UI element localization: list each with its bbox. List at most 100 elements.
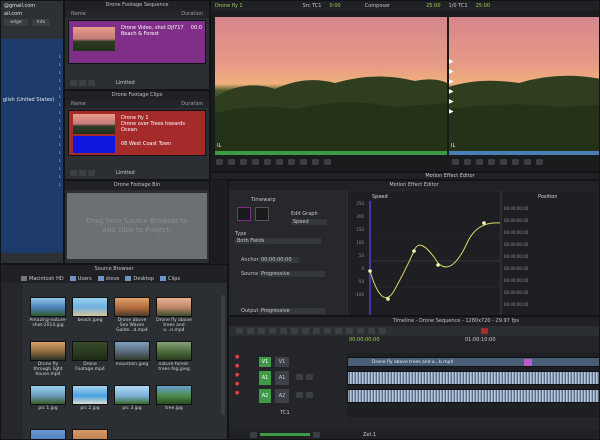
extract-icon[interactable] <box>524 159 531 165</box>
speed-graph[interactable]: Speed 250 200 150 100 50 0 -50 -100 <box>347 191 500 315</box>
mark-out-icon[interactable] <box>228 159 235 165</box>
toolbar-icon[interactable] <box>236 328 243 334</box>
browser-scrollbar[interactable] <box>221 295 225 415</box>
browser-item[interactable]: pic 2.jpg <box>71 385 109 411</box>
mute-icon[interactable] <box>306 374 313 380</box>
edge-tab[interactable]: edge <box>4 19 28 26</box>
sequence-clip[interactable]: Drone Video, shot DJI717 Beach & Forest … <box>68 20 206 64</box>
extract-icon[interactable] <box>312 159 319 165</box>
zoom-slider[interactable] <box>260 433 310 436</box>
record-icon[interactable] <box>481 328 488 334</box>
source-clip-name[interactable]: Drone fly 1 <box>215 3 243 9</box>
toolbar-icon[interactable] <box>346 328 353 334</box>
effect-thumb-1[interactable] <box>237 207 251 221</box>
toolbar-icon[interactable] <box>335 328 342 334</box>
zoom-in-icon[interactable] <box>313 431 320 438</box>
step-forward-icon[interactable] <box>500 159 507 165</box>
browser-item[interactable]: tree.jpg <box>155 385 193 411</box>
track-a1[interactable]: A1 <box>275 371 289 385</box>
col-name[interactable]: Name <box>71 10 86 18</box>
src-track-a2[interactable]: A2 <box>259 389 271 403</box>
overwrite-icon[interactable] <box>288 159 295 165</box>
browser-item[interactable]: pic 3.jpg <box>113 385 151 411</box>
browser-item[interactable]: nature-forest-trees-fog.jpeg <box>155 341 193 372</box>
source-monitor[interactable]: IL <box>215 17 447 151</box>
lift-icon[interactable] <box>512 159 519 165</box>
toolbar-icon[interactable] <box>291 328 298 334</box>
timeline-ruler[interactable]: 00:00:00:00 01:00:10:00 <box>229 336 599 344</box>
path-segment-4[interactable]: Clips <box>168 276 180 282</box>
match-frame-icon[interactable] <box>324 159 331 165</box>
add-edit-icon[interactable] <box>536 159 543 165</box>
effect-thumb-2[interactable] <box>255 207 269 221</box>
browser-item[interactable] <box>29 429 67 439</box>
step-back-icon[interactable] <box>240 159 247 165</box>
path-segment-1[interactable]: Users <box>78 276 92 282</box>
browser-item[interactable]: Amazing-nature-shot-2014.jpg <box>29 297 67 328</box>
type-dropdown[interactable]: Both Fields <box>235 238 321 244</box>
src-track-a1[interactable]: A1 <box>259 371 271 385</box>
lift-icon[interactable] <box>300 159 307 165</box>
anchor-field[interactable]: 00:00:00:00 <box>259 257 299 263</box>
mute-icon[interactable] <box>306 392 313 398</box>
grid-view-icon[interactable] <box>79 80 86 86</box>
clip-a1[interactable] <box>347 371 599 385</box>
output-dropdown[interactable]: Progressive <box>259 308 325 314</box>
solo-icon[interactable] <box>296 392 303 398</box>
mark-out-icon[interactable] <box>464 159 471 165</box>
toolbar-icon[interactable] <box>302 328 309 334</box>
splice-icon[interactable] <box>276 159 283 165</box>
toolbar-icon[interactable] <box>280 328 287 334</box>
bin-dropzone[interactable]: Drag from Source Browser to add clips to… <box>67 193 207 259</box>
browser-item[interactable]: Drone fly through light house.mp4 <box>29 341 67 377</box>
toolbar-icon[interactable] <box>258 328 265 334</box>
track-a2[interactable]: A2 <box>275 389 289 403</box>
src-track-v1[interactable]: V1 <box>259 357 271 367</box>
browser-item[interactable]: mountain.jpeg <box>113 341 151 367</box>
toolbar-icon[interactable] <box>379 328 386 334</box>
browser-item[interactable]: Drone above Sea Waves Golde...d.mp4 <box>113 297 151 333</box>
clip-item-drone-fly[interactable]: Drone fly 1 Drone over Trees towards Oce… <box>68 110 206 156</box>
record-position-bar[interactable] <box>449 151 599 155</box>
frame-view-icon[interactable] <box>88 80 95 86</box>
col-name[interactable]: Name <box>71 100 86 108</box>
zoom-out-icon[interactable] <box>250 431 257 438</box>
list-view-icon[interactable] <box>70 80 77 86</box>
path-segment-3[interactable]: Desktop <box>133 276 154 282</box>
step-back-icon[interactable] <box>476 159 483 165</box>
play-icon[interactable] <box>252 159 259 165</box>
track-area[interactable]: Drone fly above trees and o...b.mp4 <box>347 353 599 417</box>
info-tab[interactable]: Info <box>32 19 50 26</box>
speed-dropdown[interactable]: Speed <box>291 219 327 225</box>
track-v1[interactable]: V1 <box>275 357 289 367</box>
source-dropdown[interactable]: Progressive <box>259 271 325 277</box>
toolbar-icon[interactable] <box>269 328 276 334</box>
mark-in-icon[interactable] <box>216 159 223 165</box>
toolbar-icon[interactable] <box>313 328 320 334</box>
browser-item[interactable] <box>71 429 109 439</box>
record-monitor[interactable]: IL ▶ ▶ ▶ ▶ ▶ ▶ <box>449 17 599 151</box>
col-duration[interactable]: Duration <box>181 10 203 18</box>
clip-a2[interactable] <box>347 389 599 403</box>
browser-item[interactable]: Drone Footage.mp4 <box>71 341 109 372</box>
solo-icon[interactable] <box>296 374 303 380</box>
source-position-bar[interactable] <box>215 151 447 155</box>
play-icon[interactable] <box>488 159 495 165</box>
path-segment-0[interactable]: Macintosh HD <box>29 276 64 282</box>
browser-item[interactable]: pic 1.jpg <box>29 385 67 411</box>
step-forward-icon[interactable] <box>264 159 271 165</box>
toolbar-icon[interactable] <box>324 328 331 334</box>
source-tc-label[interactable]: Src TC1 <box>303 3 322 9</box>
path-segment-2[interactable]: steve <box>106 276 120 282</box>
position-graph[interactable]: Position 00:00:00:00 00:00:00:00 00:00:00:… <box>501 191 599 315</box>
grid-view-icon[interactable] <box>79 170 86 176</box>
col-duration[interactable]: Duration <box>181 100 203 108</box>
toolbar-icon[interactable] <box>247 328 254 334</box>
toolbar-icon[interactable] <box>368 328 375 334</box>
speed-curve[interactable] <box>348 191 500 315</box>
record-tc-label[interactable]: 1/0 TC1 <box>449 3 468 9</box>
browser-item[interactable]: beach.jpeg <box>71 297 109 323</box>
browser-item[interactable]: Drone fly above trees and o...n.mp4 <box>155 297 193 333</box>
toolbar-icon[interactable] <box>357 328 364 334</box>
mark-in-icon[interactable] <box>452 159 459 165</box>
